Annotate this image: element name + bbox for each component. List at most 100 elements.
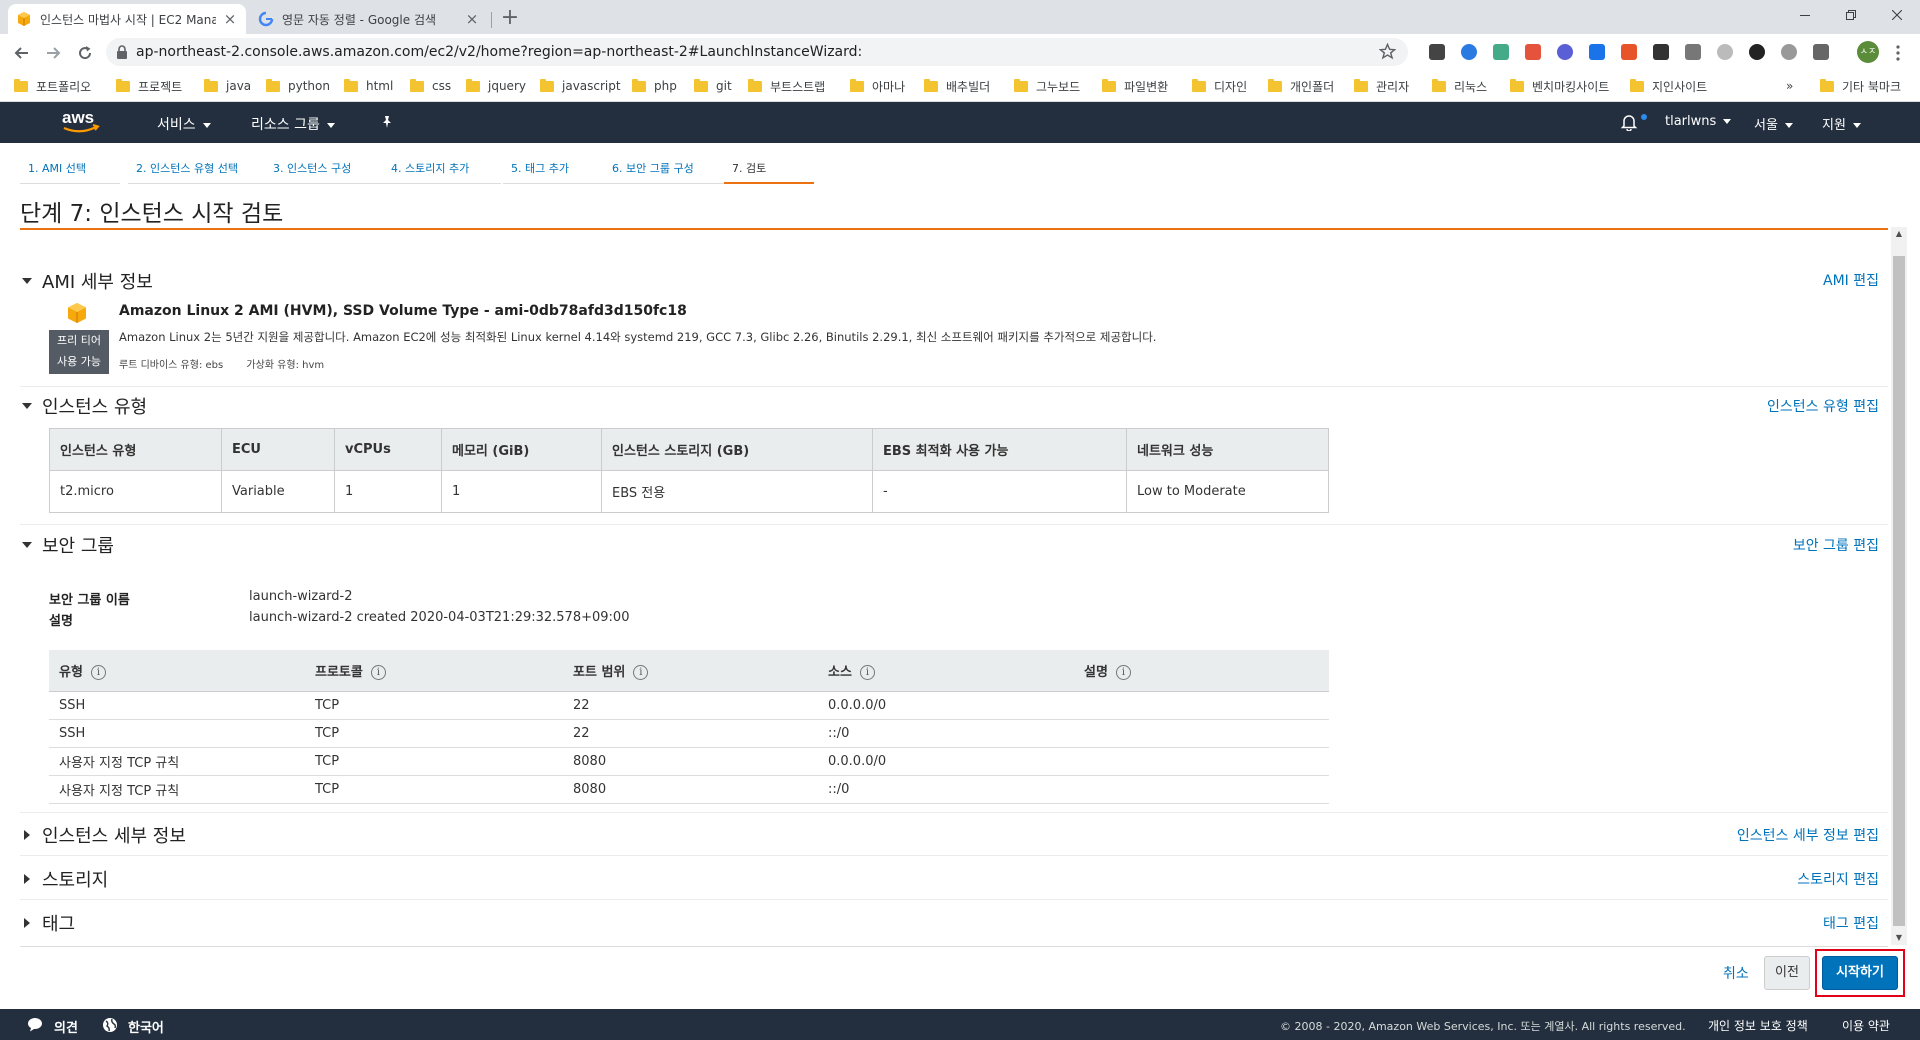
scroll-up-arrow-icon[interactable]: ▲ xyxy=(1893,228,1905,240)
folder-icon xyxy=(1510,78,1524,92)
extension-icon[interactable] xyxy=(1493,44,1509,60)
scrollbar-thumb[interactable] xyxy=(1893,256,1905,926)
tab-close-icon[interactable]: × xyxy=(464,11,480,27)
storage-section-toggle[interactable]: 스토리지 xyxy=(22,866,108,892)
edit-instance-details-link[interactable]: 인스턴스 세부 정보 편집 xyxy=(1737,825,1879,845)
edit-ami-link[interactable]: AMI 편집 xyxy=(1823,270,1879,290)
extension-icon[interactable] xyxy=(1813,44,1829,60)
info-icon[interactable]: i xyxy=(370,664,386,680)
extension-icon[interactable] xyxy=(1589,44,1605,60)
close-window-button[interactable] xyxy=(1874,0,1920,30)
browser-menu-icon[interactable] xyxy=(1892,44,1904,62)
ami-section-toggle[interactable]: AMI 세부 정보 xyxy=(22,268,153,294)
bookmark-folder[interactable]: php xyxy=(632,76,677,96)
bookmark-folder[interactable]: 배추빌더 xyxy=(924,76,990,96)
bookmark-folder[interactable]: 지인사이트 xyxy=(1630,76,1707,96)
wizard-step-tags[interactable]: 5. 태그 추가 xyxy=(503,154,609,184)
services-menu[interactable]: 서비스 xyxy=(157,114,211,134)
extension-icon[interactable] xyxy=(1525,44,1541,60)
wizard-step-instance-type[interactable]: 2. 인스턴스 유형 선택 xyxy=(128,154,270,184)
privacy-policy-link[interactable]: 개인 정보 보호 정책 xyxy=(1708,1017,1808,1034)
browser-tab-ec2[interactable]: 인스턴스 마법사 시작 | EC2 Management Console × xyxy=(8,4,246,34)
reload-button[interactable] xyxy=(71,39,99,67)
bookmark-folder[interactable]: css xyxy=(410,76,451,96)
edit-tags-link[interactable]: 태그 편집 xyxy=(1823,913,1879,933)
bookmark-folder[interactable]: git xyxy=(694,76,732,96)
wizard-step-review[interactable]: 7. 검토 xyxy=(724,154,814,184)
region-menu[interactable]: 서울 xyxy=(1754,114,1793,133)
security-group-section-toggle[interactable]: 보안 그룹 xyxy=(22,532,114,558)
extension-icon[interactable] xyxy=(1749,44,1765,60)
extension-icon[interactable] xyxy=(1781,44,1797,60)
bookmarks-overflow-button[interactable]: » xyxy=(1786,76,1793,96)
instance-type-section-toggle[interactable]: 인스턴스 유형 xyxy=(22,393,147,419)
bookmark-folder[interactable]: java xyxy=(204,76,251,96)
info-icon[interactable]: i xyxy=(1115,664,1131,680)
extension-icon[interactable] xyxy=(1557,44,1573,60)
scroll-down-arrow-icon[interactable]: ▼ xyxy=(1893,932,1905,944)
bookmark-folder[interactable]: 프로젝트 xyxy=(116,76,182,96)
resource-groups-menu[interactable]: 리소스 그룹 xyxy=(251,114,335,134)
tab-close-icon[interactable]: × xyxy=(222,11,238,27)
edit-instance-type-link[interactable]: 인스턴스 유형 편집 xyxy=(1767,396,1879,416)
bookmark-folder[interactable]: 관리자 xyxy=(1354,76,1409,96)
instance-details-section-toggle[interactable]: 인스턴스 세부 정보 xyxy=(22,822,186,848)
bookmark-folder[interactable]: 그누보드 xyxy=(1014,76,1080,96)
wizard-step-ami[interactable]: 1. AMI 선택 xyxy=(20,154,120,184)
bookmark-folder[interactable]: 파일변환 xyxy=(1102,76,1168,96)
pin-icon[interactable] xyxy=(380,115,394,129)
minimize-window-button[interactable] xyxy=(1782,0,1828,30)
camera-icon[interactable] xyxy=(1685,44,1701,60)
info-icon[interactable]: i xyxy=(90,664,106,680)
cancel-link[interactable]: 취소 xyxy=(1723,963,1749,983)
aws-logo-icon[interactable]: aws xyxy=(60,108,104,136)
bookmark-folder[interactable]: javascript xyxy=(540,76,621,96)
browser-tab-google[interactable]: 영문 자동 정렬 - Google 검색 × xyxy=(250,4,488,34)
language-selector[interactable]: 한국어 xyxy=(128,1017,164,1036)
caret-down-icon xyxy=(1784,123,1793,128)
extension-icon[interactable] xyxy=(1621,44,1637,60)
back-button[interactable] xyxy=(8,39,36,67)
bookmark-folder[interactable]: 부트스트랩 xyxy=(748,76,825,96)
previous-button[interactable]: 이전 xyxy=(1764,956,1810,990)
wizard-step-security-group[interactable]: 6. 보안 그룹 구성 xyxy=(604,154,734,184)
new-tab-button[interactable]: + xyxy=(498,7,522,31)
bookmark-folder[interactable]: 포트폴리오 xyxy=(14,76,91,96)
support-menu[interactable]: 지원 xyxy=(1822,114,1861,133)
bookmark-folder[interactable]: 아마나 xyxy=(850,76,905,96)
terms-link[interactable]: 이용 약관 xyxy=(1842,1017,1890,1034)
bookmark-folder[interactable]: python xyxy=(266,76,330,96)
other-bookmarks-folder[interactable]: 기타 북마크 xyxy=(1820,76,1901,96)
bookmark-folder[interactable]: 벤치마킹사이트 xyxy=(1510,76,1609,96)
bookmark-folder[interactable]: 개인폴더 xyxy=(1268,76,1334,96)
extension-icon[interactable] xyxy=(1717,44,1733,60)
edit-security-group-link[interactable]: 보안 그룹 편집 xyxy=(1793,535,1879,555)
tags-section-toggle[interactable]: 태그 xyxy=(22,910,75,936)
wizard-step-configure[interactable]: 3. 인스턴스 구성 xyxy=(265,154,388,184)
bookmark-folder[interactable]: 리눅스 xyxy=(1432,76,1487,96)
launch-button[interactable]: 시작하기 xyxy=(1822,956,1898,990)
folder-icon xyxy=(1354,78,1368,92)
security-rules-table: 유형 i 프로토콜 i 포트 범위 i 소스 i 설명 i SSH TCP 22 0.0.… xyxy=(49,650,1329,804)
notification-bell-icon[interactable] xyxy=(1620,113,1638,131)
forward-button[interactable] xyxy=(39,39,67,67)
address-bar[interactable]: ap-northeast-2.console.aws.amazon.com/ec… xyxy=(106,38,1408,66)
extension-icon[interactable] xyxy=(1429,44,1445,60)
restore-window-button[interactable] xyxy=(1828,0,1874,30)
bookmark-folder[interactable]: jquery xyxy=(466,76,526,96)
info-icon[interactable]: i xyxy=(859,664,875,680)
info-icon[interactable]: i xyxy=(633,664,649,680)
bookmark-star-icon[interactable] xyxy=(1379,43,1396,60)
bookmark-folder[interactable]: 디자인 xyxy=(1192,76,1247,96)
edit-storage-link[interactable]: 스토리지 편집 xyxy=(1797,869,1879,889)
table-cell: 0.0.0.0/0 xyxy=(818,691,1074,720)
react-devtools-icon[interactable] xyxy=(1461,44,1477,60)
extension-icon[interactable] xyxy=(1653,44,1669,60)
bookmark-folder[interactable]: html xyxy=(344,76,393,96)
profile-avatar[interactable]: ㅅㅈ xyxy=(1857,41,1879,63)
sg-name-label: 보안 그룹 이름 xyxy=(49,593,130,608)
wizard-step-storage[interactable]: 4. 스토리지 추가 xyxy=(383,154,501,184)
folder-icon xyxy=(1268,78,1282,92)
account-menu[interactable]: tlarlwns xyxy=(1665,114,1732,129)
feedback-link[interactable]: 의견 xyxy=(54,1017,78,1036)
